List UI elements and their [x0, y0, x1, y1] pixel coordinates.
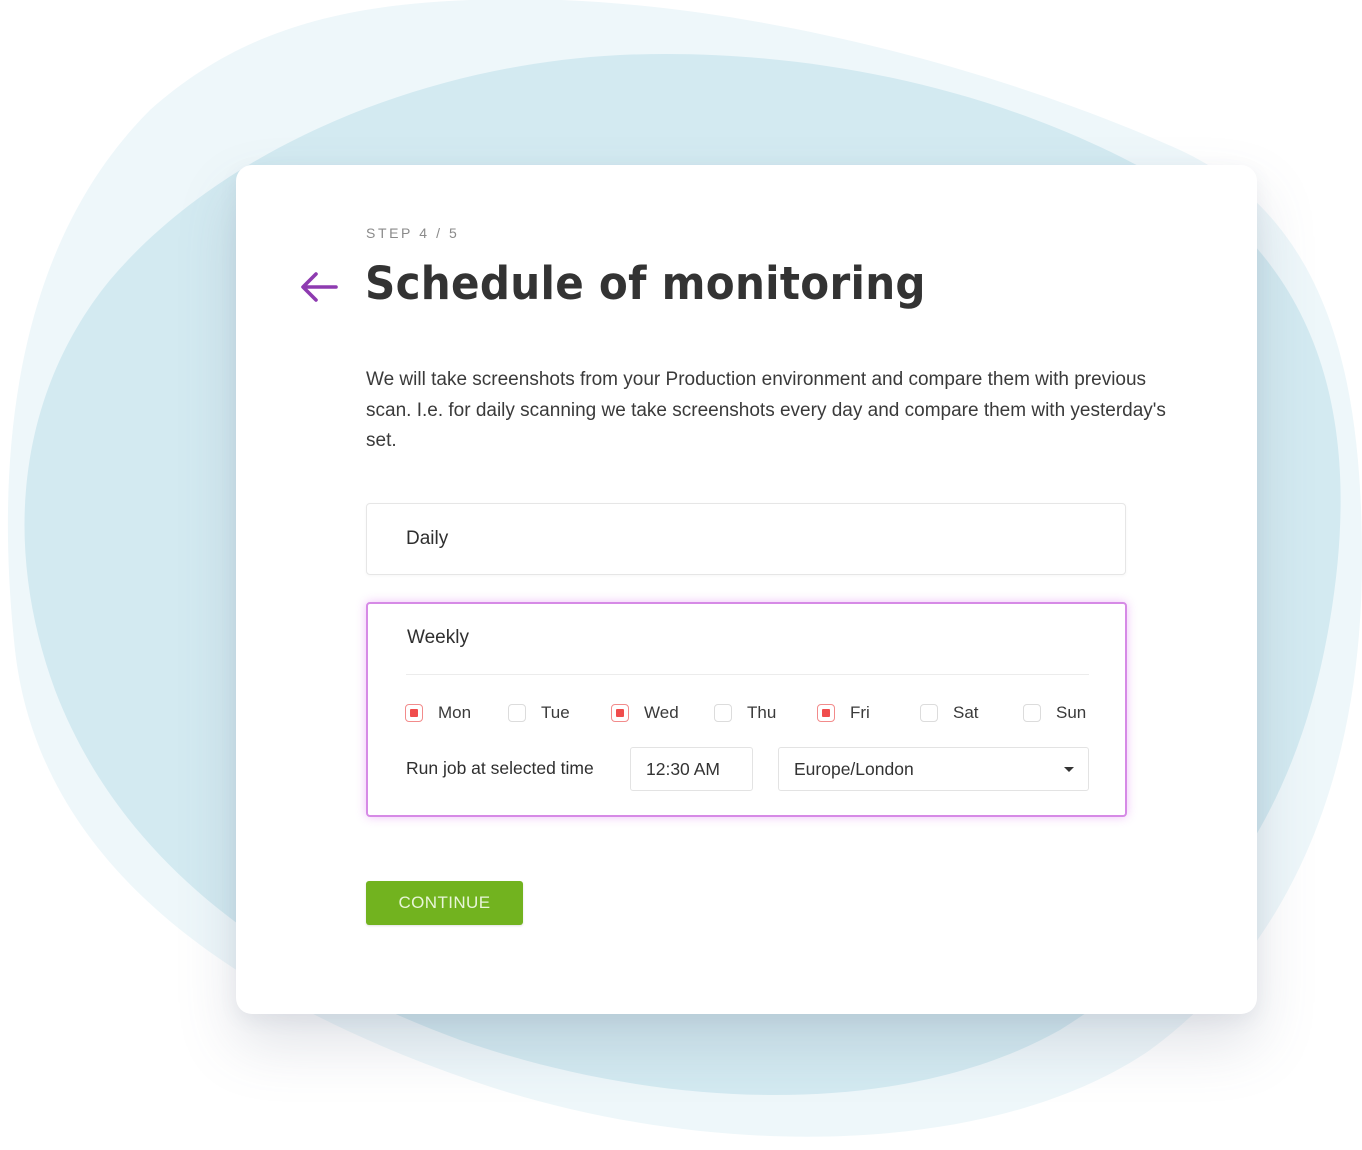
option-daily[interactable]: Daily [366, 503, 1126, 575]
day-label: Fri [850, 703, 870, 722]
day-thu[interactable]: Thu [714, 701, 776, 725]
description-text: We will take screenshots from your Produ… [366, 369, 1166, 451]
time-label: Run job at selected time [406, 758, 594, 778]
day-sat[interactable]: Sat [920, 701, 979, 725]
checkbox-fri[interactable] [817, 704, 835, 722]
page-title: Schedule of monitoring [365, 257, 926, 310]
checkbox-sun[interactable] [1023, 704, 1041, 722]
timezone-value: Europe/London [794, 759, 914, 779]
day-label: Tue [541, 703, 570, 722]
option-weekly-label: Weekly [407, 627, 469, 648]
day-mon[interactable]: Mon [405, 701, 471, 725]
continue-button[interactable]: CONTINUE [366, 881, 523, 925]
checkbox-wed[interactable] [611, 704, 629, 722]
day-wed[interactable]: Wed [611, 701, 679, 725]
checkbox-mon[interactable] [405, 704, 423, 722]
time-row: Run job at selected time Europe/London [406, 747, 1090, 791]
day-sun[interactable]: Sun [1023, 701, 1086, 725]
day-label: Sun [1056, 703, 1087, 722]
divider [406, 674, 1089, 675]
day-label: Wed [644, 703, 679, 722]
option-daily-label: Daily [406, 528, 449, 549]
day-tue[interactable]: Tue [508, 701, 570, 725]
checkbox-thu[interactable] [714, 704, 732, 722]
arrow-left-icon[interactable] [298, 269, 340, 305]
wizard-card: STEP 4 / 5 Schedule of monitoring We wil… [236, 165, 1257, 1014]
time-input[interactable] [630, 747, 753, 791]
day-label: Sat [953, 703, 979, 722]
checkbox-tue[interactable] [508, 704, 526, 722]
caret-down-icon [1064, 767, 1074, 772]
day-label: Mon [438, 703, 472, 722]
timezone-select[interactable]: Europe/London [778, 747, 1089, 791]
checkbox-sat[interactable] [920, 704, 938, 722]
day-label: Thu [747, 703, 777, 722]
weekday-checkboxes: Mon Tue Wed Thu Fri Sat Sun [405, 701, 1095, 725]
option-weekly[interactable]: Weekly Mon Tue Wed Thu Fri Sat Sun Run j… [366, 602, 1127, 817]
day-fri[interactable]: Fri [817, 701, 870, 725]
step-indicator: STEP 4 / 5 [366, 225, 460, 241]
